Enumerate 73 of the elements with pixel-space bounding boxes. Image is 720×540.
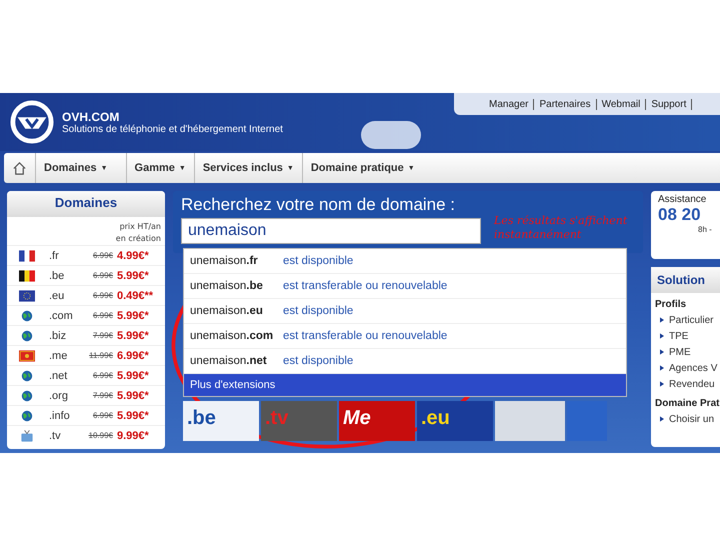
old-price: 6.99€	[92, 411, 113, 420]
flag-icon	[19, 350, 35, 362]
domain-extension[interactable]: .fr	[49, 250, 93, 262]
bullet-icon	[660, 317, 664, 323]
domain-extension[interactable]: .me	[49, 350, 90, 362]
bullet-icon	[660, 416, 664, 422]
panel-title: Solution	[651, 267, 720, 293]
price: 4.99€*	[117, 250, 150, 262]
domain-extension[interactable]: .org	[49, 390, 93, 402]
section-heading: Profils	[655, 299, 688, 310]
domain-extension[interactable]: .be	[49, 270, 93, 282]
price: 5.99€*	[117, 310, 150, 322]
old-price: 6.99€	[92, 291, 113, 300]
flag-icon	[19, 270, 35, 282]
price: 6.99€*	[117, 350, 150, 362]
price: 5.99€*	[117, 330, 150, 342]
price: 9.99€*	[117, 430, 150, 442]
top-link[interactable]: Webmail	[596, 98, 646, 110]
solution-link[interactable]: TPE	[669, 330, 688, 342]
old-price: 6.99€	[92, 251, 113, 260]
old-price: 6.99€	[92, 311, 113, 320]
top-link[interactable]: Support	[646, 98, 692, 110]
old-price: 10.99€	[88, 431, 113, 440]
solution-link[interactable]: PME	[669, 346, 691, 358]
globe-icon	[19, 310, 35, 322]
bullet-icon	[660, 333, 664, 339]
old-price: 11.99€	[89, 351, 113, 360]
globe-icon	[19, 370, 35, 382]
solution-link[interactable]: Agences V	[669, 362, 718, 374]
old-price: 6.99€	[92, 371, 113, 380]
globe-icon	[19, 390, 35, 402]
hours-text: 8h -	[698, 225, 713, 234]
price: 0.49€**	[117, 290, 154, 302]
panel-title: Domaines	[7, 191, 165, 217]
assistance-title: Assistance	[658, 194, 708, 205]
annotation-text: Les résultats s'affichent instantanément	[494, 214, 628, 242]
domain-extension[interactable]: .eu	[49, 290, 93, 302]
globe-icon	[19, 330, 35, 342]
solution-link[interactable]: Choisir un	[669, 414, 714, 424]
banner-tile[interactable]	[495, 401, 565, 441]
tagline: Solutions de téléphonie et d'hébergement Internet	[62, 124, 283, 134]
flag-icon	[19, 250, 35, 262]
bullet-icon	[660, 381, 664, 387]
bullet-icon	[660, 349, 664, 355]
phone-number: 08 20	[658, 205, 702, 225]
old-price: 7.99€	[92, 391, 113, 400]
domain-extension[interactable]: .biz	[49, 330, 93, 342]
old-price: 6.99€	[92, 271, 113, 280]
price: 5.99€*	[117, 270, 150, 282]
bullet-icon	[660, 365, 664, 371]
price: 5.99€*	[117, 390, 150, 402]
domain-extension[interactable]: .com	[49, 310, 93, 322]
price: 5.99€*	[117, 410, 150, 422]
logo-icon	[10, 100, 54, 144]
solution-link[interactable]: Revendeu	[669, 378, 715, 390]
home-icon[interactable]	[12, 160, 27, 176]
price-note: en création	[114, 233, 162, 245]
cloud-drawing	[360, 121, 421, 149]
top-link[interactable]: Manager	[484, 98, 534, 110]
price-note: prix HT/an	[118, 221, 162, 233]
domain-extension[interactable]: .tv	[49, 430, 89, 442]
top-link[interactable]: Partenaires	[534, 98, 596, 110]
section-heading: Domaine Prat	[655, 398, 720, 409]
flag-icon	[19, 290, 35, 302]
tv-icon	[19, 430, 35, 442]
search-title: Recherchez votre nom de domaine :	[181, 195, 456, 215]
price: 5.99€*	[117, 370, 150, 382]
globe-icon	[19, 410, 35, 422]
domain-extension[interactable]: .net	[49, 370, 93, 382]
old-price: 7.99€	[92, 331, 113, 340]
brand-name: OVH.COM	[62, 110, 120, 124]
solution-link[interactable]: Particulier	[669, 314, 714, 326]
domain-extension[interactable]: .info	[49, 410, 93, 422]
